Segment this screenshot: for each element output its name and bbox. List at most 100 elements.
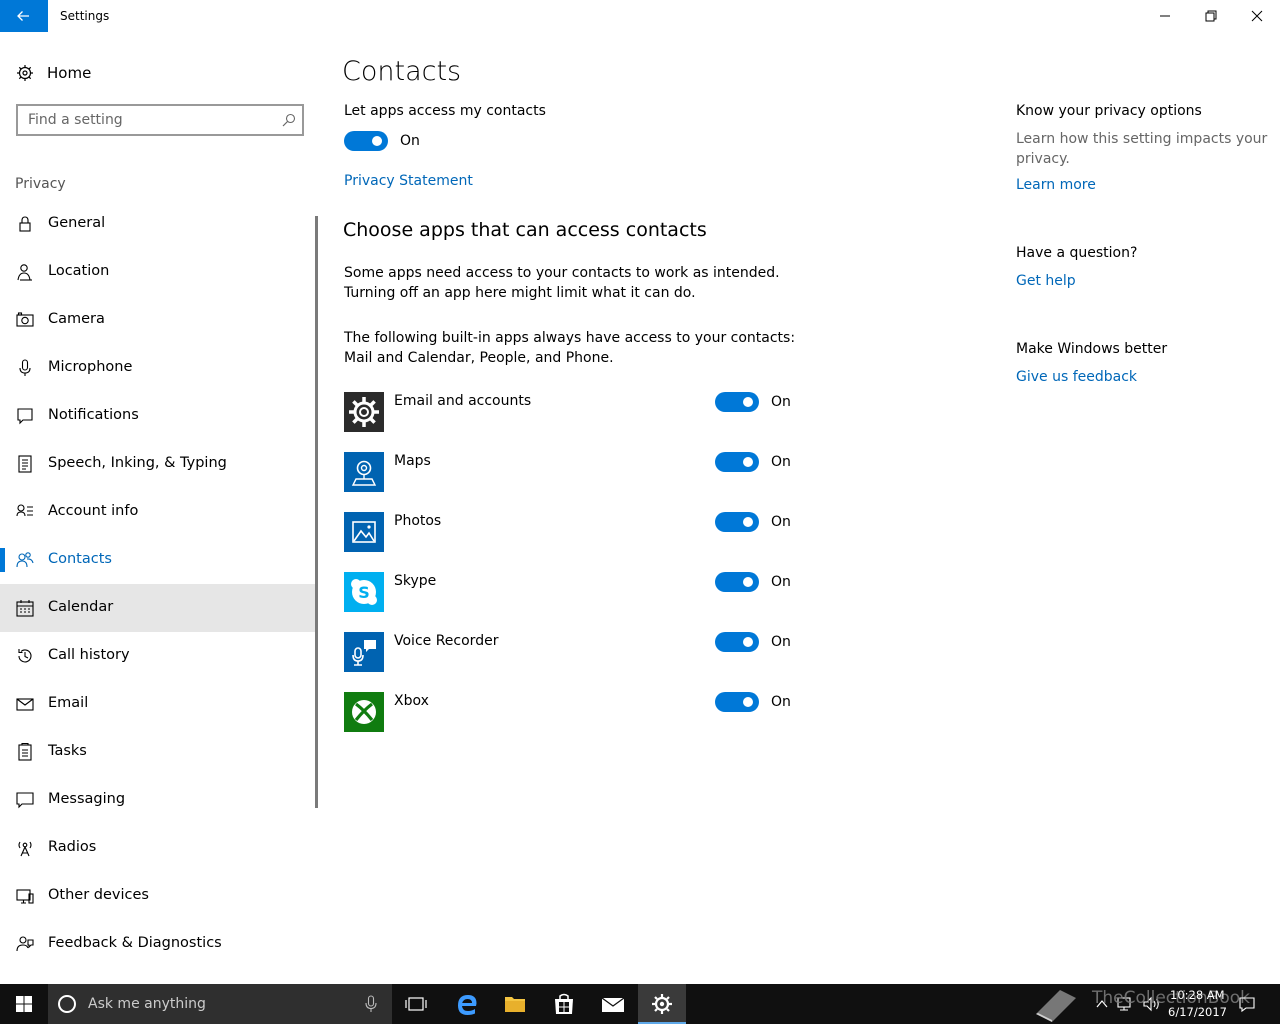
sidebar-item-account-info[interactable]: Account info bbox=[0, 488, 316, 536]
sidebar-item-calendar[interactable]: Calendar bbox=[0, 584, 316, 632]
store-button[interactable] bbox=[540, 984, 588, 1024]
close-button[interactable] bbox=[1234, 0, 1280, 32]
builtin-apps-line-1: The following built-in apps always have … bbox=[344, 330, 796, 346]
builtin-apps-line-2: Mail and Calendar, People, and Phone. bbox=[344, 350, 614, 366]
sidebar-item-label: Tasks bbox=[48, 743, 87, 759]
sidebar-item-label: Radios bbox=[48, 839, 97, 855]
app-name-photos: Photos bbox=[394, 513, 442, 529]
sidebar-item-notifications[interactable]: Notifications bbox=[0, 392, 316, 440]
sidebar-home[interactable]: Home bbox=[0, 56, 316, 92]
window-title: Settings bbox=[60, 9, 110, 23]
master-toggle-label: Let apps access my contacts bbox=[344, 103, 546, 119]
privacy-options-heading: Know your privacy options bbox=[1016, 103, 1202, 119]
restore-icon bbox=[1205, 10, 1217, 22]
app-name-email-and-accounts: Email and accounts bbox=[394, 393, 532, 409]
gear-tile-icon bbox=[349, 397, 379, 427]
microphone-icon bbox=[19, 359, 31, 376]
sidebar-item-call-history[interactable]: Call history bbox=[0, 632, 316, 680]
sidebar-item-camera[interactable]: Camera bbox=[0, 296, 316, 344]
store-icon bbox=[555, 993, 573, 1014]
app-toggle-xbox[interactable] bbox=[715, 692, 759, 712]
task-view-icon bbox=[405, 997, 427, 1011]
home-label: Home bbox=[47, 64, 92, 82]
edge-button[interactable] bbox=[443, 984, 491, 1024]
back-button[interactable] bbox=[0, 0, 48, 32]
search-icon[interactable] bbox=[282, 113, 296, 127]
file-explorer-button[interactable] bbox=[491, 984, 539, 1024]
history-icon bbox=[18, 649, 32, 663]
get-help-link[interactable]: Get help bbox=[1016, 273, 1076, 289]
mail-button[interactable] bbox=[589, 984, 637, 1024]
speech-icon bbox=[18, 455, 32, 473]
app-toggle-voice-recorder[interactable] bbox=[715, 632, 759, 652]
minimize-button[interactable] bbox=[1142, 0, 1188, 32]
taskbar: Ask me anything TheCollectionBook 10:28 … bbox=[0, 984, 1280, 1024]
sidebar-item-radios[interactable]: Radios bbox=[0, 824, 316, 872]
calendar-icon bbox=[16, 600, 34, 617]
sidebar-item-label: General bbox=[48, 215, 106, 231]
sidebar-item-label: Notifications bbox=[48, 407, 139, 423]
gear-icon bbox=[17, 65, 33, 81]
privacy-statement-link[interactable]: Privacy Statement bbox=[344, 173, 473, 189]
start-button[interactable] bbox=[0, 984, 48, 1024]
sidebar-item-speech-inking-typing[interactable]: Speech, Inking, & Typing bbox=[0, 440, 316, 488]
cortana-icon bbox=[58, 995, 76, 1013]
search-box[interactable] bbox=[16, 104, 304, 136]
app-tile-skype: S bbox=[344, 572, 384, 612]
xbox-tile-icon bbox=[352, 700, 376, 724]
sidebar-item-tasks[interactable]: Tasks bbox=[0, 728, 316, 776]
cortana-search-box[interactable]: Ask me anything bbox=[48, 984, 392, 1024]
sidebar-item-label: Contacts bbox=[48, 551, 112, 567]
other-devices-icon bbox=[16, 889, 34, 904]
app-tile-xbox bbox=[344, 692, 384, 732]
clock-date[interactable]: 6/17/2017 bbox=[1168, 1005, 1227, 1019]
windows-logo-icon bbox=[16, 996, 32, 1012]
give-feedback-link[interactable]: Give us feedback bbox=[1016, 369, 1137, 385]
clock-time[interactable]: 10:28 AM bbox=[1170, 988, 1225, 1002]
sidebar-item-label: Call history bbox=[48, 647, 130, 663]
sidebar-item-messaging[interactable]: Messaging bbox=[0, 776, 316, 824]
learn-more-link[interactable]: Learn more bbox=[1016, 177, 1096, 193]
app-toggle-email-and-accounts[interactable] bbox=[715, 392, 759, 412]
cortana-placeholder: Ask me anything bbox=[88, 996, 206, 1012]
settings-taskbar-button[interactable] bbox=[638, 984, 686, 1024]
task-view-button[interactable] bbox=[392, 984, 440, 1024]
search-input[interactable] bbox=[28, 110, 268, 130]
sidebar-item-feedback-diagnostics[interactable]: Feedback & Diagnostics bbox=[0, 920, 316, 968]
app-name-skype: Skype bbox=[394, 573, 437, 589]
notifications-icon bbox=[17, 408, 33, 425]
sidebar-item-microphone[interactable]: Microphone bbox=[0, 344, 316, 392]
restore-button[interactable] bbox=[1188, 0, 1234, 32]
app-toggle-state-xbox: On bbox=[771, 694, 791, 710]
master-toggle[interactable] bbox=[344, 131, 388, 151]
app-name-maps: Maps bbox=[394, 453, 431, 469]
app-toggle-state-voice-recorder: On bbox=[771, 634, 791, 650]
action-center-icon[interactable] bbox=[1238, 995, 1256, 1013]
account-info-icon bbox=[16, 504, 33, 517]
app-toggle-maps[interactable] bbox=[715, 452, 759, 472]
sidebar-item-general[interactable]: General bbox=[0, 200, 316, 248]
skype-tile-icon: S bbox=[351, 579, 377, 605]
app-tile-maps bbox=[344, 452, 384, 492]
sidebar-scrollbar[interactable] bbox=[315, 216, 318, 808]
master-toggle-state: On bbox=[400, 133, 420, 149]
app-toggle-state-email-and-accounts: On bbox=[771, 394, 791, 410]
title-bar: Settings bbox=[0, 0, 1280, 32]
app-tile-voice-recorder bbox=[344, 632, 384, 672]
edge-icon bbox=[458, 995, 477, 1015]
sidebar-item-email[interactable]: Email bbox=[0, 680, 316, 728]
app-toggle-state-maps: On bbox=[771, 454, 791, 470]
app-tile-photos bbox=[344, 512, 384, 552]
settings-gear-icon bbox=[652, 994, 672, 1014]
sidebar-item-contacts[interactable]: Contacts bbox=[0, 536, 316, 584]
watermark-book-logo bbox=[1036, 990, 1076, 1022]
sidebar-item-other-devices[interactable]: Other devices bbox=[0, 872, 316, 920]
app-toggle-skype[interactable] bbox=[715, 572, 759, 592]
lock-icon bbox=[19, 216, 31, 232]
app-toggle-photos[interactable] bbox=[715, 512, 759, 532]
sidebar-item-label: Location bbox=[48, 263, 110, 279]
microphone-icon[interactable] bbox=[364, 995, 378, 1013]
camera-icon bbox=[16, 312, 34, 327]
folder-icon bbox=[505, 997, 525, 1012]
sidebar-item-location[interactable]: Location bbox=[0, 248, 316, 296]
